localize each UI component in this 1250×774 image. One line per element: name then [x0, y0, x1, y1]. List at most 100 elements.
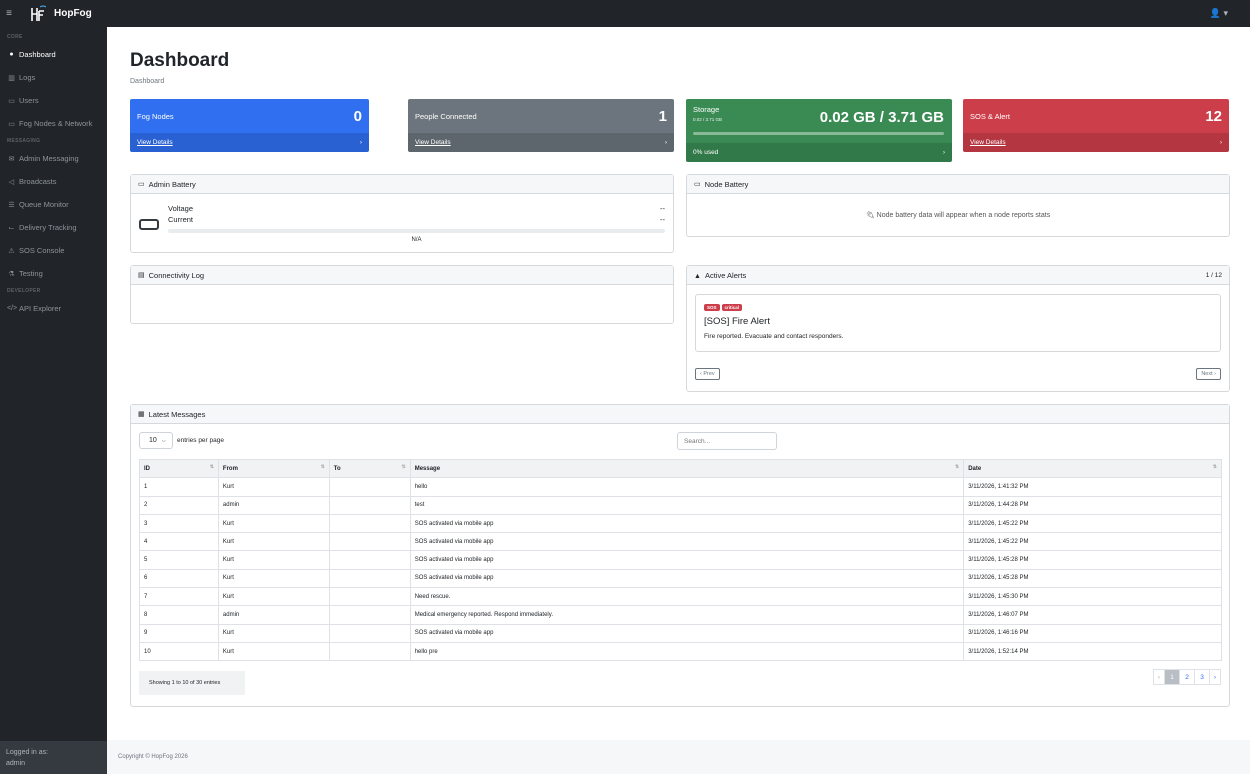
table-row[interactable]: 1 Kurt hello 3/11/2026, 1:41:32 PM [139, 477, 1222, 497]
cell-message: Medical emergency reported. Respond imme… [409, 605, 965, 625]
table-row[interactable]: 8 admin Medical emergency reported. Respon… [139, 605, 1222, 625]
battery-outline-icon [139, 219, 159, 230]
cell-to [328, 587, 411, 607]
column-header-label: Date [968, 465, 982, 472]
battery-icon: ▭ [694, 181, 701, 188]
table-row[interactable]: 6 Kurt SOS activated via mobile app 3/11/20… [139, 568, 1222, 589]
copyright-text: Copyright © HopFog 2026 [118, 754, 188, 760]
admin-battery-card: ▭ Admin Battery Voltage -- Current -- N/A [130, 174, 674, 253]
hopfog-logo [31, 5, 46, 21]
battery-level-text: N/A [411, 237, 422, 243]
search-input[interactable] [677, 432, 777, 450]
sidebar-item-label: Delivery Tracking [19, 223, 77, 232]
sidebar-item-broadcasts[interactable]: ◁ Broadcasts [0, 170, 107, 193]
table-row[interactable]: 4 Kurt SOS activated via mobile app 3/11/20… [139, 532, 1222, 552]
cell-to [328, 532, 411, 552]
tracking-icon: ⌙ [8, 224, 15, 232]
table-row[interactable]: 2 admin test 3/11/2026, 1:44:28 PM [139, 495, 1222, 515]
stat-card-fog-nodes: Fog Nodes 0 View Details › [130, 99, 369, 152]
cell-message: test [409, 495, 965, 515]
sidebar-heading-core: CORE [7, 34, 23, 40]
sidebar-footer: Logged in as: admin [0, 741, 107, 774]
table-header-row: ID ⇅ From ⇅ To ⇅ Message ⇅ Date ⇅ [139, 458, 1222, 479]
sidebar-item-dashboard[interactable]: ● Dashboard [0, 43, 107, 66]
megaphone-icon: ◁ [8, 178, 15, 186]
cell-id: 7 [139, 587, 219, 607]
stat-card-people-connected: People Connected 1 View Details › [408, 99, 674, 152]
page-title: Dashboard [130, 50, 230, 71]
sidebar-item-fog-nodes[interactable]: ▭ Fog Nodes & Network [0, 112, 107, 135]
next-alert-button[interactable]: Next › [1196, 368, 1221, 380]
warning-icon: ▲ [694, 272, 701, 280]
active-alerts-card: ▲ Active Alerts 1 / 12 SOS critical [SOS]… [686, 265, 1230, 392]
cell-date: 3/11/2026, 1:41:32 PM [963, 477, 1222, 497]
message-text: Node battery data will appear when a nod… [876, 212, 1051, 219]
stat-value: 0 [353, 107, 362, 125]
cell-to [328, 550, 411, 570]
battery-icon: ▭ [138, 181, 145, 188]
sidebar-item-label: API Explorer [19, 304, 62, 313]
cell-date: 3/11/2026, 1:46:16 PM [963, 623, 1222, 643]
cell-from: admin [217, 605, 330, 625]
column-header-date[interactable]: Date ⇅ [963, 458, 1222, 479]
sidebar-item-testing[interactable]: ⚗ Testing [0, 262, 107, 285]
page-button[interactable]: 2 [1179, 669, 1195, 685]
sidebar-item-logs[interactable]: ▥ Logs [0, 66, 107, 89]
table-row[interactable]: 7 Kurt Need rescue. 3/11/2026, 1:45:30 PM [139, 587, 1222, 607]
voltage-label: Voltage [168, 204, 194, 213]
cell-id: 2 [139, 495, 219, 515]
chart-icon: ▥ [8, 74, 15, 82]
user-menu[interactable]: 👤 ▾ [1210, 8, 1228, 19]
sidebar-item-delivery-tracking[interactable]: ⌙ Delivery Tracking [0, 216, 107, 239]
sidebar-item-users[interactable]: ▭ Users [0, 89, 107, 112]
message-icon: ✉ [8, 155, 15, 163]
sidebar-item-admin-messaging[interactable]: ✉ Admin Messaging [0, 147, 107, 170]
cell-message: SOS activated via mobile app [409, 532, 965, 552]
view-details-link[interactable]: View Details [415, 139, 451, 146]
table-row[interactable]: 10 Kurt hello pre 3/11/2026, 1:52:14 PM [139, 641, 1222, 662]
cell-id: 10 [139, 641, 219, 662]
card-title: Connectivity Log [148, 270, 205, 280]
gauge-icon: ● [9, 51, 14, 58]
chevron-right-icon[interactable]: › [943, 149, 945, 156]
hamburger-icon[interactable]: ≡ [0, 8, 18, 19]
stat-value: 0.02 GB / 3.71 GB [819, 109, 944, 126]
prev-alert-button[interactable]: ‹ Prev [695, 368, 720, 380]
page-size-select[interactable]: 10 ⌵ [139, 432, 173, 449]
node-battery-card: ▭ Node Battery 🔌︎ Node battery data will … [686, 174, 1230, 237]
cell-from: Kurt [217, 513, 330, 534]
column-header-id[interactable]: ID ⇅ [139, 458, 219, 479]
cell-from: Kurt [217, 641, 330, 662]
page-size-label: entries per page [177, 437, 224, 444]
top-navbar: ≡ HopFog 👤 ▾ [0, 0, 1250, 27]
column-header-message[interactable]: Message ⇅ [409, 458, 965, 479]
sidebar-item-api-explorer[interactable]: </> API Explorer [0, 297, 107, 320]
view-details-link[interactable]: View Details [970, 139, 1006, 146]
view-details-link[interactable]: View Details [137, 139, 173, 146]
alert-title: [SOS] Fire Alert [704, 316, 770, 327]
page-button[interactable]: 3 [1194, 669, 1210, 685]
table-row[interactable]: 3 Kurt SOS activated via mobile app 3/11/20… [139, 513, 1222, 534]
column-header-to[interactable]: To ⇅ [328, 458, 411, 479]
table-row[interactable]: 9 Kurt SOS activated via mobile app 3/11/20… [139, 623, 1222, 643]
pagination: ‹ 1 2 3 › [1153, 669, 1221, 685]
cell-to [328, 477, 411, 497]
sort-icon: ⇅ [401, 464, 406, 470]
sidebar-item-label: Users [19, 96, 39, 105]
alert-item[interactable]: SOS critical [SOS] Fire Alert Fire repor… [695, 294, 1221, 352]
sort-icon: ⇅ [320, 464, 325, 470]
table-row[interactable]: 5 Kurt SOS activated via mobile app 3/11/20… [139, 550, 1222, 570]
sidebar-item-label: Dashboard [19, 50, 56, 59]
cell-date: 3/11/2026, 1:45:22 PM [963, 513, 1222, 534]
column-header-from[interactable]: From ⇅ [217, 458, 330, 479]
stat-card-sos-alert: SOS & Alert 12 View Details › [963, 99, 1229, 152]
page-button[interactable]: 1 [1164, 669, 1180, 685]
brand-link[interactable]: HopFog [30, 5, 92, 23]
stat-value: 12 [1205, 107, 1222, 125]
sidebar-item-queue-monitor[interactable]: ☰ Queue Monitor [0, 193, 107, 216]
logged-in-label: Logged in as: [6, 749, 49, 756]
next-page-button[interactable]: › [1209, 669, 1221, 685]
page-footer: Copyright © HopFog 2026 [107, 740, 1250, 774]
cell-date: 3/11/2026, 1:44:28 PM [963, 495, 1222, 515]
sidebar-item-sos-console[interactable]: ⚠ SOS Console [0, 239, 107, 262]
